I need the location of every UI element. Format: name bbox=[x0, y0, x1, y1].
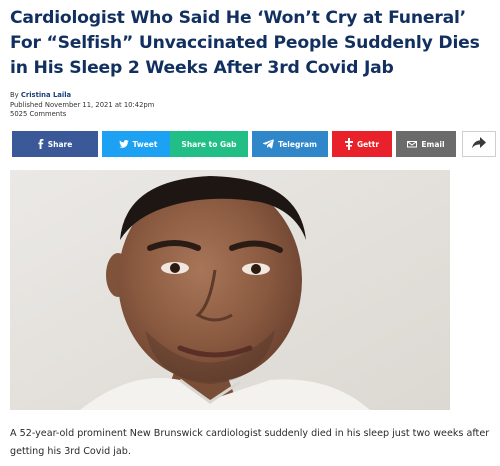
twitter-share-button[interactable]: Tweet bbox=[102, 131, 174, 157]
article-byline: By Cristina Laila Published November 11,… bbox=[10, 91, 154, 120]
published-date: Published November 11, 2021 at 10:42pm bbox=[10, 100, 155, 109]
telegram-plane-icon bbox=[263, 139, 274, 149]
email-icon bbox=[407, 140, 418, 148]
portrait-photo bbox=[10, 170, 450, 410]
author-link[interactable]: Cristina Laila bbox=[21, 91, 71, 99]
email-share-label: Email bbox=[421, 139, 445, 149]
comment-count-link[interactable]: 5025 Comments bbox=[10, 110, 154, 120]
twitter-bird-icon bbox=[118, 140, 129, 148]
facebook-icon bbox=[38, 139, 44, 149]
email-share-button[interactable]: Email bbox=[396, 131, 456, 157]
more-share-button[interactable] bbox=[462, 131, 496, 157]
twitter-share-label: Tweet bbox=[132, 139, 158, 149]
share-arrow-icon bbox=[472, 137, 486, 151]
telegram-share-label: Telegram bbox=[278, 139, 317, 149]
article-photo bbox=[10, 170, 450, 410]
gab-share-button[interactable]: Share to Gab bbox=[170, 131, 248, 157]
article-headline: Cardiologist Who Said He ‘Won’t Cry at F… bbox=[10, 8, 480, 78]
byline-prefix: By bbox=[10, 91, 21, 99]
gettr-share-button[interactable]: Gettr bbox=[332, 131, 392, 157]
telegram-share-button[interactable]: Telegram bbox=[252, 131, 328, 157]
article-caption: A 52-year-old prominent New Brunswick ca… bbox=[10, 428, 490, 457]
article: Cardiologist Who Said He ‘Won’t Cry at F… bbox=[0, 0, 500, 466]
gettr-share-label: Gettr bbox=[356, 139, 380, 149]
facebook-share-button[interactable]: Share bbox=[12, 131, 98, 157]
gettr-icon bbox=[344, 138, 353, 150]
gab-share-label: Share to Gab bbox=[181, 139, 237, 149]
facebook-share-label: Share bbox=[47, 139, 73, 149]
